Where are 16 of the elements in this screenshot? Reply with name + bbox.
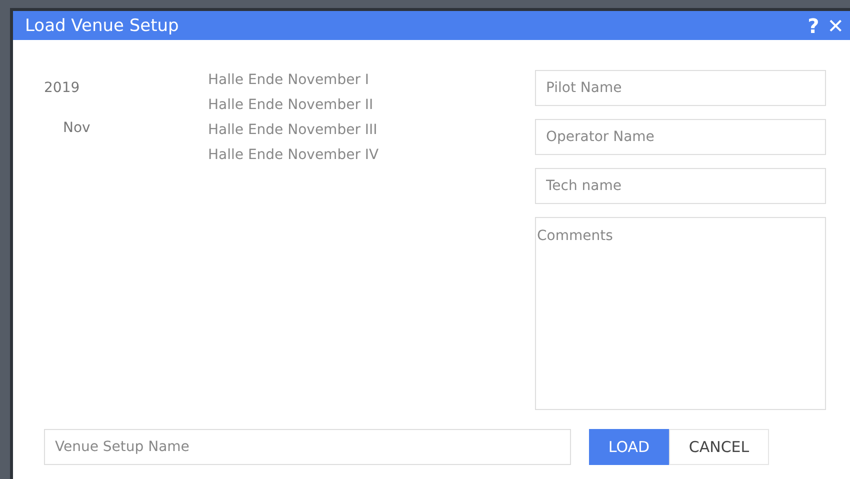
- tree-item[interactable]: Nov: [63, 120, 208, 136]
- close-button[interactable]: ✕: [825, 16, 846, 36]
- input-field[interactable]: Operator Name: [535, 119, 826, 155]
- tree-item[interactable]: 2019: [44, 80, 208, 100]
- input-field[interactable]: Venue Setup Name: [44, 429, 571, 465]
- help-button[interactable]: ?: [806, 16, 822, 36]
- list-item[interactable]: Halle Ende November II: [208, 97, 535, 122]
- input-field[interactable]: Pilot Name: [535, 70, 826, 106]
- window-title: Load Venue Setup: [25, 16, 179, 36]
- comments-field[interactable]: Comments: [535, 217, 826, 410]
- list-item[interactable]: Halle Ende November III: [208, 122, 535, 147]
- input-field[interactable]: Tech name: [535, 168, 826, 204]
- load-button[interactable]: LOAD: [589, 429, 669, 465]
- list-item[interactable]: Halle Ende November IV: [208, 147, 535, 172]
- cancel-button[interactable]: CANCEL: [669, 429, 769, 465]
- list-item[interactable]: Halle Ende November I: [208, 72, 535, 97]
